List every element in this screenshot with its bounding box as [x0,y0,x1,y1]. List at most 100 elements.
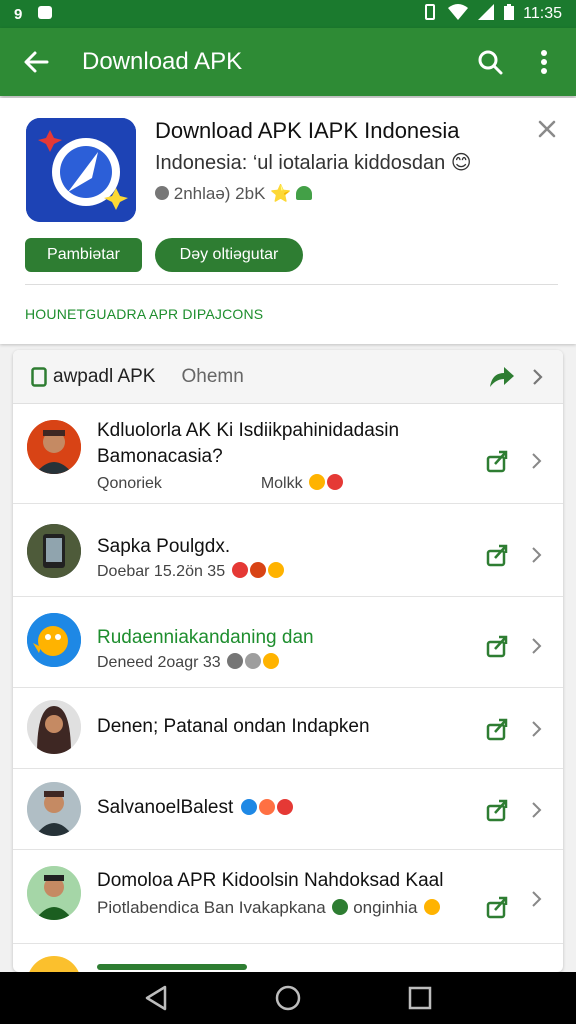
close-button[interactable] [536,118,558,140]
app-meta-text: 2nhlaə) 2bK ⭐ [173,184,292,203]
item-title: Domoloa APR Kidoolsin Nahdoksad Kaal [97,870,444,891]
emoji-icon [327,474,344,490]
item-title-line2: Bamonacasia? [97,446,223,467]
chevron-right-icon[interactable] [531,546,543,564]
share-icon[interactable] [485,633,511,659]
tab-apk[interactable]: awpadl APK [31,366,155,388]
triangle-back-icon [145,985,167,1011]
item-subtitle: Qonoriek Molkk [97,474,344,493]
item-title: Denen; Patanal ondan Indapken [97,716,370,737]
signal-icon [477,3,495,25]
share-button[interactable] [487,362,517,392]
emoji-icon [240,799,257,815]
status-bar: 9 11:35 [0,0,576,28]
notification-count: 9 [14,5,23,23]
divider [25,284,558,285]
item-title: SalvanoelBalest [97,797,293,819]
nav-home-button[interactable] [271,981,305,1015]
arrow-left-icon [24,51,49,73]
avatar [27,866,81,920]
circle-home-icon [275,985,301,1011]
emoji-icon [332,899,349,915]
share-icon[interactable] [485,716,511,742]
item-subtitle: Piotlabendica Ban Ivakapkana onginhia [97,898,441,918]
back-button[interactable] [12,38,60,86]
chevron-right-icon[interactable] [531,720,543,738]
app-meta: 2nhlaə) 2bK ⭐ [155,184,313,204]
system-nav-bar [0,972,576,1024]
status-time: 11:35 [523,5,562,22]
emoji-icon [263,653,280,669]
emoji-icon [267,562,284,578]
avatar [27,613,81,667]
item-subtitle: Doebar 15.2ön 35 [97,562,284,581]
wifi-icon [447,3,469,25]
more-options-button[interactable] [524,38,564,86]
item-title-partial [97,964,247,970]
share-icon[interactable] [485,542,511,568]
item-title: Kdluolorla AK Ki Isdiikpahinidadasin [97,420,400,441]
primary-action-button[interactable]: Pambiətar [25,238,142,272]
list-item[interactable]: SalvanoelBalest [13,769,563,850]
vibrate-icon [421,3,439,25]
page-title: Download APK [82,48,243,75]
item-subtitle-text-2: onginhia [353,898,418,917]
emoji-icon [424,899,441,915]
list-item[interactable]: Denen; Patanal ondan Indapken [13,688,563,769]
list-header: awpadl APK Ohemn [13,350,563,404]
list-item[interactable]: Domoloa APR Kidoolsin Nahdoksad Kaal Pio… [13,850,563,944]
app-subtitle: Indonesia: ‘ul iotalaria kiddosdan 😊 [155,152,472,174]
item-title-text: SalvanoelBalest [97,797,234,818]
item-subtitle: Deneed 2oagr 33 [97,653,280,672]
square-recents-icon [408,986,432,1010]
emoji-icon [249,562,266,578]
emoji-icon [227,653,244,669]
avatar [27,420,81,474]
close-icon [538,120,556,138]
chevron-right-icon[interactable] [531,367,545,387]
share-icon[interactable] [485,894,511,920]
list-item[interactable]: Rudaenniakandaning dan Deneed 2oagr 33 [13,597,563,688]
chevron-right-icon[interactable] [531,890,543,908]
list-item[interactable]: Kdluolorla AK Ki Isdiikpahinidadasin Bam… [13,404,563,504]
list-item[interactable] [13,944,563,972]
app-bar: Download APK [0,28,576,96]
secondary-action-button[interactable]: Dəy oltiəgutar [155,238,303,272]
list-item[interactable]: Sapka Poulgdx. Doebar 15.2ön 35 [13,504,563,597]
avatar [27,782,81,836]
emoji-icon [231,562,248,578]
nav-back-button[interactable] [139,981,173,1015]
item-title: Rudaenniakandaning dan [97,627,314,648]
battery-icon [503,3,515,25]
item-subtitle-text: Doebar 15.2ön 35 [97,563,226,580]
avatar [27,956,81,972]
item-subtitle-text: Piotlabendica Ban Ivakapkana [97,898,326,917]
share-icon[interactable] [485,448,511,474]
chevron-right-icon[interactable] [531,637,543,655]
more-vert-icon [541,50,547,74]
emoji-icon [258,799,275,815]
tab-other[interactable]: Ohemn [181,366,243,388]
search-icon [478,50,503,75]
app-name: Download APK IAPK Indonesia [155,118,460,143]
avatar [27,700,81,754]
apk-list: awpadl APK Ohemn Kdluolorla AK Ki Isdiik… [13,350,563,972]
emoji-icon [276,799,293,815]
item-subtitle-text: Deneed 2oagr 33 [97,654,221,671]
search-button[interactable] [470,38,510,86]
file-icon [31,366,47,387]
avatar [27,524,81,578]
tab-apk-label: awpadl APK [53,365,156,387]
item-subtitle-text: Qonoriek [97,475,162,492]
emoji-icon [309,474,326,490]
heart-icon [296,186,313,200]
emoji-icon [245,653,262,669]
download-count-icon [155,186,169,200]
app-icon[interactable] [26,118,136,222]
chevron-right-icon[interactable] [531,801,543,819]
app-info-card: Download APK IAPK Indonesia Indonesia: ‘… [0,98,576,344]
chevron-right-icon[interactable] [531,452,543,470]
section-link[interactable]: HOUNETGUADRA APR DIPAJCONS [25,306,263,322]
nav-recents-button[interactable] [403,981,437,1015]
share-icon[interactable] [485,797,511,823]
